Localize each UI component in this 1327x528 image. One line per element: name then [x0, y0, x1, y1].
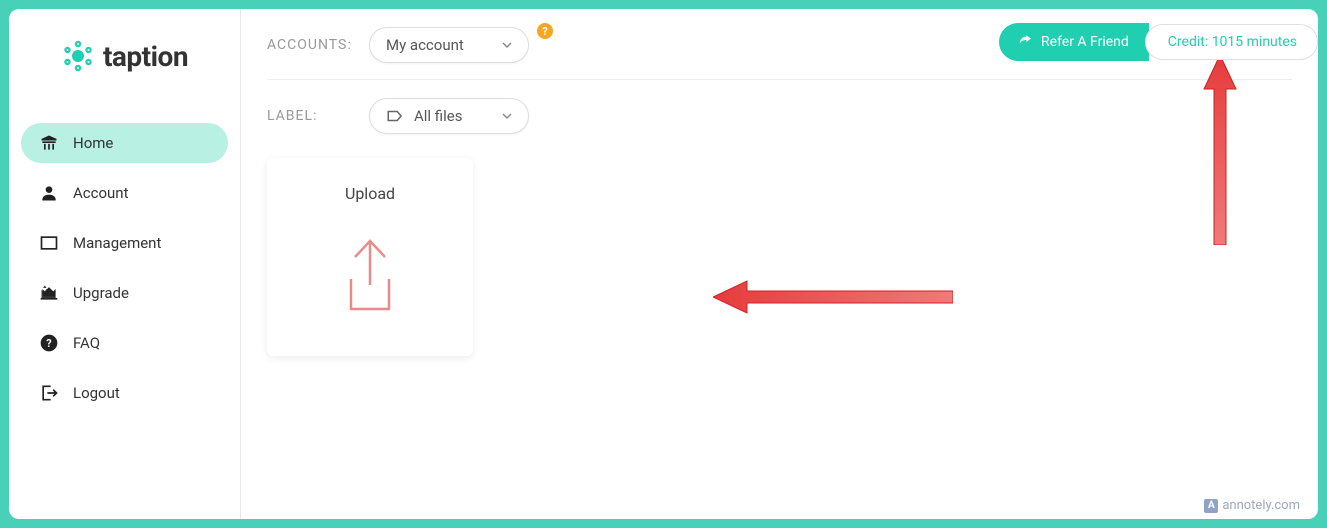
sidebar-item-account[interactable]: Account: [21, 173, 228, 213]
chevron-down-icon: [502, 107, 512, 125]
label-select[interactable]: All files: [369, 98, 529, 134]
main-content: Refer A Friend Credit: 1015 minutes ACCO…: [241, 9, 1318, 519]
account-icon: [39, 183, 59, 203]
sidebar-item-faq[interactable]: ? FAQ: [21, 323, 228, 363]
faq-icon: ?: [39, 333, 59, 353]
sidebar-item-label: Management: [73, 234, 161, 252]
label-filter-label: LABEL:: [267, 108, 357, 124]
label-row: LABEL: All files: [267, 98, 1292, 134]
svg-text:?: ?: [46, 337, 51, 350]
label-selected-value: All files: [414, 107, 462, 125]
sidebar-item-label: Home: [73, 134, 113, 152]
annotation-arrow-up: [1202, 55, 1238, 249]
sidebar-item-logout[interactable]: Logout: [21, 373, 228, 413]
tag-icon: [386, 108, 404, 124]
sidebar-item-label: Logout: [73, 384, 120, 402]
brand-logo: taption: [9, 39, 240, 73]
annotation-arrow-left: [713, 279, 953, 319]
divider: [267, 79, 1292, 80]
logout-icon: [39, 383, 59, 403]
share-icon: [1017, 32, 1033, 52]
account-selected-value: My account: [386, 36, 464, 54]
sidebar-item-management[interactable]: Management: [21, 223, 228, 263]
home-icon: [39, 133, 59, 153]
credit-text: Credit: 1015 minutes: [1168, 34, 1297, 50]
upload-title: Upload: [345, 184, 395, 203]
taption-logo-icon: [61, 39, 95, 73]
account-select[interactable]: My account: [369, 27, 529, 63]
help-icon[interactable]: ?: [537, 23, 553, 39]
brand-name: taption: [103, 40, 188, 73]
sidebar-nav: Home Account Management Upgrade: [9, 123, 240, 423]
accounts-label: ACCOUNTS:: [267, 37, 357, 53]
annotely-icon: A: [1204, 499, 1218, 513]
refer-label: Refer A Friend: [1041, 34, 1129, 50]
credit-display[interactable]: Credit: 1015 minutes: [1145, 24, 1318, 60]
refer-friend-button[interactable]: Refer A Friend: [999, 23, 1149, 61]
management-icon: [39, 233, 59, 253]
sidebar-item-label: Upgrade: [73, 284, 129, 302]
sidebar-item-label: FAQ: [73, 334, 100, 352]
chevron-down-icon: [502, 36, 512, 54]
upload-icon: [331, 231, 409, 323]
app-container: taption Home Account Management: [9, 9, 1318, 519]
upgrade-icon: [39, 283, 59, 303]
watermark-text: annotely.com: [1222, 498, 1300, 513]
sidebar-item-label: Account: [73, 184, 129, 202]
watermark: A annotely.com: [1204, 498, 1300, 513]
header-actions: Refer A Friend Credit: 1015 minutes: [999, 23, 1318, 61]
sidebar: taption Home Account Management: [9, 9, 241, 519]
sidebar-item-home[interactable]: Home: [21, 123, 228, 163]
upload-card[interactable]: Upload: [267, 158, 473, 356]
sidebar-item-upgrade[interactable]: Upgrade: [21, 273, 228, 313]
